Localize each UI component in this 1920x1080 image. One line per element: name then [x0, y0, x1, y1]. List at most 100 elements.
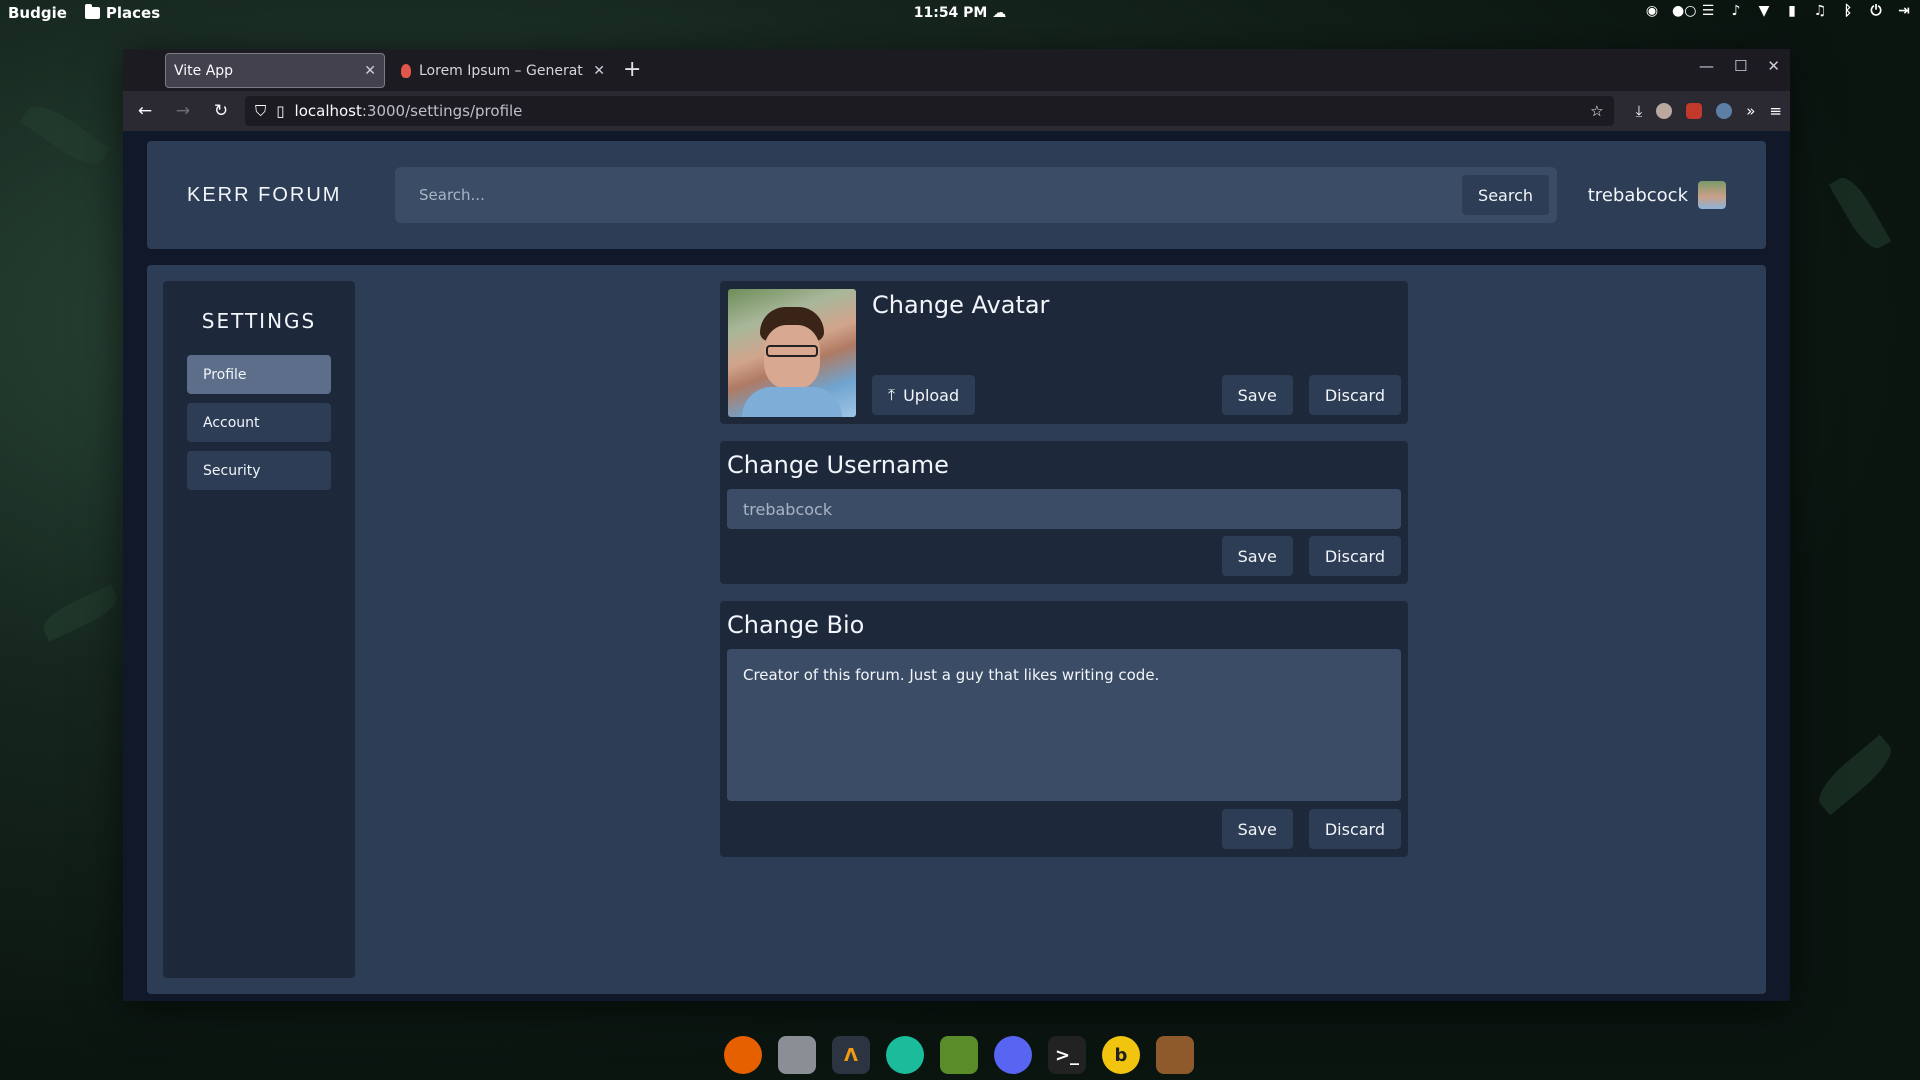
shield-icon[interactable]: ⛉ [255, 102, 266, 120]
close-window-icon[interactable]: ✕ [1767, 57, 1780, 75]
change-username-card: Change Username Save Discard [720, 441, 1408, 584]
sidebar-title: SETTINGS [201, 309, 317, 333]
discord-icon[interactable] [994, 1036, 1032, 1074]
search-bar: Search [395, 167, 1557, 223]
places-label: Places [105, 4, 161, 22]
folder-icon [84, 4, 100, 19]
clock-area: 11:54 PM ☁ [0, 5, 1920, 21]
bookmark-star-icon[interactable]: ☆ [1590, 102, 1603, 120]
background-leaf [1828, 171, 1892, 255]
notification-bell-icon[interactable]: ♪ [1728, 3, 1744, 19]
card-title: Change Username [727, 451, 949, 479]
menu-lines-icon[interactable]: ☰ [1700, 3, 1716, 19]
discord-tray-icon[interactable]: ◉ [1644, 3, 1660, 19]
more-tools-chevron-icon[interactable]: » [1746, 102, 1755, 120]
browser-window: Vite App ✕ Lorem Ipsum – Generat ✕ + — ☐… [123, 49, 1790, 1001]
brand-logo[interactable]: KERR FORUM [187, 184, 385, 207]
address-bar[interactable]: ⛉ ▯ localhost:3000/settings/profile ☆ [245, 96, 1614, 126]
bio-textarea[interactable]: Creator of this forum. Just a guy that l… [727, 649, 1401, 801]
battery-icon[interactable]: ▮ [1784, 3, 1800, 19]
settings-sidebar: SETTINGS Profile Account Security [163, 281, 355, 978]
discard-button[interactable]: Discard [1308, 375, 1401, 415]
clock[interactable]: 11:54 PM [914, 5, 988, 21]
close-tab-icon[interactable]: ✕ [593, 63, 605, 79]
tab-bar: Vite App ✕ Lorem Ipsum – Generat ✕ + — ☐… [123, 49, 1790, 91]
bold-app-icon[interactable]: b [1102, 1036, 1140, 1074]
terminal-icon[interactable]: >_ [1048, 1036, 1086, 1074]
account-avatar-icon[interactable] [1656, 103, 1673, 119]
system-tray: ◉ ●○ ☰ ♪ ▼ ▮ ♫ ᛒ ⏻ ⇥ [1644, 3, 1912, 19]
window-controls: — ☐ ✕ [1699, 57, 1780, 75]
background-leaf [1810, 734, 1900, 816]
files-icon[interactable] [778, 1036, 816, 1074]
tab-vite-app[interactable]: Vite App ✕ [165, 53, 385, 88]
desktop-top-panel: Budgie Places 11:54 PM ☁ ◉ ●○ ☰ ♪ ▼ ▮ ♫ … [0, 0, 1920, 26]
card-title: Change Bio [727, 611, 865, 639]
text-editor-icon[interactable]: Λ [832, 1036, 870, 1074]
settings-page: SETTINGS Profile Account Security Change… [147, 265, 1766, 994]
avatar-preview [728, 289, 856, 417]
reload-icon[interactable]: ↻ [207, 97, 235, 125]
bluetooth-icon[interactable]: ᛒ [1840, 3, 1856, 19]
tab-title: Lorem Ipsum – Generat [419, 62, 583, 79]
budgie-menu-button[interactable]: Budgie [8, 4, 67, 22]
crate-app-icon[interactable] [1156, 1036, 1194, 1074]
sidebar-item-account[interactable]: Account [187, 403, 331, 442]
weather-cloud-icon: ☁ [992, 5, 1007, 21]
forum-header: KERR FORUM Search trebabcock [147, 141, 1766, 249]
search-input[interactable] [419, 186, 1463, 204]
new-tab-plus-icon[interactable]: + [623, 57, 641, 82]
url-path: :3000/settings/profile [361, 102, 523, 120]
wifi-icon[interactable]: ▼ [1756, 3, 1772, 19]
change-bio-card: Change Bio Creator of this forum. Just a… [720, 601, 1408, 857]
avatar [1698, 181, 1726, 209]
bio-actions: Save Discard [1221, 809, 1401, 849]
firefox-icon[interactable] [724, 1036, 762, 1074]
save-button[interactable]: Save [1221, 536, 1293, 576]
download-icon[interactable]: ⤓ [1636, 102, 1643, 120]
navigation-toolbar: ← → ↻ ⛉ ▯ localhost:3000/settings/profil… [123, 91, 1790, 131]
close-tab-icon[interactable]: ✕ [364, 63, 376, 79]
workspace-indicator-icon[interactable]: ●○ [1672, 3, 1696, 19]
card-title: Change Avatar [872, 291, 1050, 319]
upload-label: Upload [903, 385, 960, 405]
forward-arrow-icon[interactable]: → [169, 97, 197, 125]
tab-title: Vite App [174, 62, 234, 79]
minecraft-icon[interactable] [940, 1036, 978, 1074]
avatar-actions: Save Discard [1221, 375, 1401, 415]
discard-button[interactable]: Discard [1308, 809, 1401, 849]
page-viewport: KERR FORUM Search trebabcock SETTINGS Pr… [123, 131, 1790, 1001]
page-icon: ▯ [276, 102, 285, 120]
username-label: trebabcock [1587, 184, 1688, 206]
git-client-icon[interactable] [886, 1036, 924, 1074]
discard-button[interactable]: Discard [1308, 536, 1401, 576]
username-field[interactable] [727, 489, 1401, 529]
hamburger-menu-icon[interactable]: ≡ [1769, 102, 1782, 120]
save-button[interactable]: Save [1221, 809, 1293, 849]
sidebar-item-profile[interactable]: Profile [187, 355, 331, 394]
places-menu[interactable]: Places [84, 4, 161, 22]
background-leaf [38, 584, 122, 642]
extension-mask-icon[interactable] [1716, 103, 1733, 119]
background-leaf [19, 96, 111, 174]
lorem-favicon-icon [401, 63, 411, 78]
upload-button[interactable]: ⤒ Upload [872, 375, 976, 415]
sidebar-item-security[interactable]: Security [187, 451, 331, 490]
back-arrow-icon[interactable]: ← [131, 97, 159, 125]
url-text: localhost:3000/settings/profile [295, 102, 523, 120]
upload-icon: ⤒ [888, 385, 896, 404]
tab-lorem-ipsum[interactable]: Lorem Ipsum – Generat ✕ [393, 53, 613, 88]
url-host: localhost [294, 102, 362, 120]
minimize-icon[interactable]: — [1699, 57, 1714, 75]
user-menu[interactable]: trebabcock [1588, 181, 1726, 209]
search-button[interactable]: Search [1462, 175, 1549, 215]
maximize-icon[interactable]: ☐ [1734, 57, 1747, 75]
change-avatar-card: Change Avatar ⤒ Upload Save Discard [720, 281, 1408, 424]
power-icon[interactable]: ⏻ [1868, 3, 1884, 19]
username-actions: Save Discard [1221, 536, 1401, 576]
volume-icon[interactable]: ♫ [1812, 3, 1828, 19]
logout-icon[interactable]: ⇥ [1896, 3, 1912, 19]
save-button[interactable]: Save [1221, 375, 1293, 415]
ublock-icon[interactable] [1686, 103, 1703, 119]
dock: Λ >_ b [724, 1036, 1194, 1074]
